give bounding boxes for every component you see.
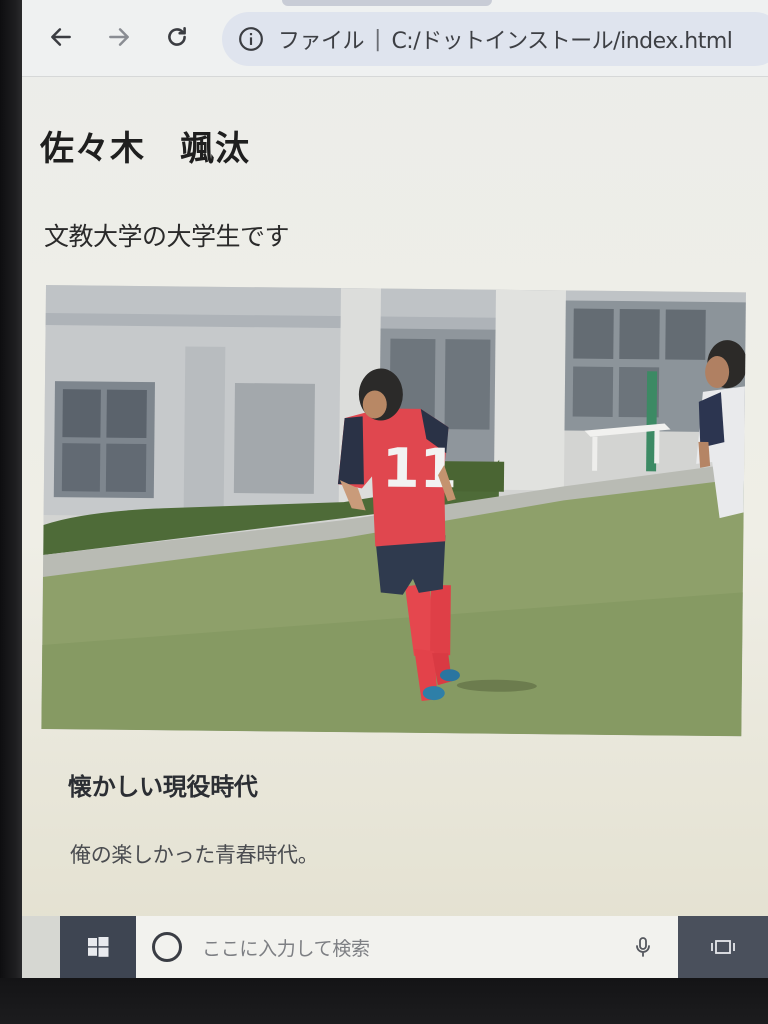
arrow-right-icon: [109, 28, 129, 46]
windows-logo-icon: [88, 937, 109, 957]
section-text: 俺の楽しかった青春時代。: [70, 843, 319, 867]
reload-button[interactable]: [160, 20, 194, 54]
arrow-left-icon: [51, 28, 71, 46]
cortana-icon[interactable]: [152, 932, 182, 962]
forward-button[interactable]: [102, 20, 136, 54]
task-view-button[interactable]: [678, 916, 768, 978]
back-button[interactable]: [44, 20, 78, 54]
monitor-bezel-left: [0, 0, 22, 1024]
start-button[interactable]: [60, 916, 136, 978]
taskbar-search-box[interactable]: ここに入力して検索: [136, 916, 678, 978]
soccer-player-photo: 11: [41, 285, 746, 737]
url-text[interactable]: C:/ドットインストール/index.html: [391, 23, 732, 55]
info-circle-icon[interactable]: [238, 26, 264, 52]
microphone-icon[interactable]: [628, 932, 658, 962]
tab-strip-edge: [282, 0, 492, 6]
page-title: 佐々木 颯汰: [40, 129, 250, 169]
address-bar[interactable]: ファイル | C:/ドットインストール/index.html: [222, 12, 768, 66]
browser-toolbar: ファイル | C:/ドットインストール/index.html: [22, 0, 768, 77]
section-heading: 懐かしい現役時代: [68, 773, 258, 801]
page-content: 佐々木 颯汰 文教大学の大学生です 11 懐かしい現役時代 俺の楽しかった青春時…: [22, 77, 768, 917]
screen: ファイル | C:/ドットインストール/index.html 佐々木 颯汰 文教…: [22, 0, 768, 978]
intro-text: 文教大学の大学生です: [44, 222, 290, 251]
search-placeholder: ここに入力して検索: [202, 937, 370, 960]
address-separator: |: [374, 26, 382, 52]
reload-icon: [168, 27, 186, 46]
security-label: ファイル: [278, 29, 365, 54]
task-view-icon: [711, 940, 735, 954]
monitor-bezel-bottom: [0, 978, 768, 1024]
windows-taskbar: ここに入力して検索: [22, 916, 768, 978]
